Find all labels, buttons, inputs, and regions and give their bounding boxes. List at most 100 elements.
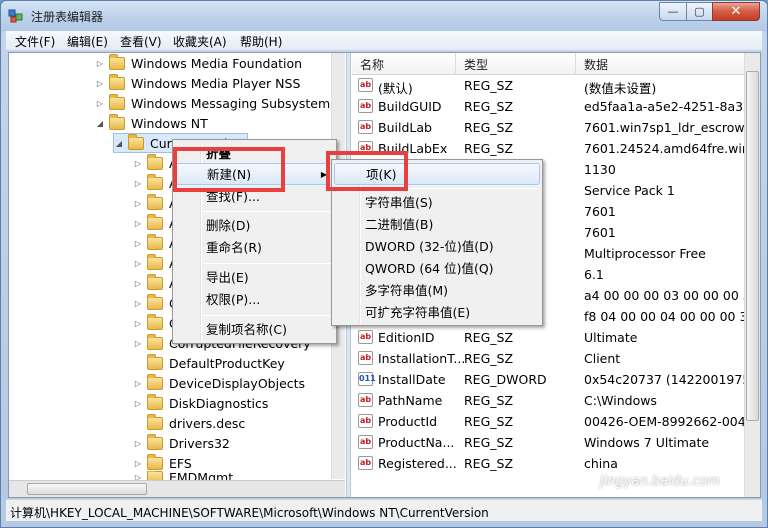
expand-arrow-icon[interactable]: ▷	[133, 459, 143, 468]
menu-item-export[interactable]: 导出(E)	[175, 267, 334, 289]
table-row[interactable]: ab BuildGUID REG_SZ ed5faa1a-a5e2-4251-8a31…	[352, 96, 760, 117]
folder-icon	[147, 333, 163, 350]
tree-item[interactable]: ▷ EFS	[133, 453, 192, 473]
submenu-item-string-value[interactable]: 字符串值(S)	[334, 192, 540, 214]
expand-arrow-icon[interactable]: ▷	[133, 219, 143, 228]
folder-icon	[147, 353, 163, 370]
submenu-item-dword-value[interactable]: DWORD (32-位)值(D)	[334, 236, 540, 258]
tree-horizontal-scrollbar[interactable]	[9, 480, 345, 497]
cell-data: 0x54c20737 (1422001975)	[584, 372, 756, 387]
folder-icon	[147, 433, 163, 450]
expand-arrow-icon[interactable]: ▷	[133, 179, 143, 188]
table-row[interactable]: ab BuildLabEx REG_SZ 7601.24524.amd64fre.wi…	[352, 138, 760, 159]
table-row[interactable]: 011 InstallDate REG_DWORD 0x54c20737 (14220…	[352, 369, 756, 390]
cell-data: Multiprocessor Free	[584, 246, 706, 261]
expand-arrow-icon[interactable]: ▷	[133, 199, 143, 208]
column-header-data[interactable]: 数据	[584, 56, 608, 73]
expand-arrow-icon[interactable]: ▷	[95, 99, 105, 108]
menu-item-delete[interactable]: 删除(D)	[175, 215, 334, 237]
menu-view[interactable]: 查看(V)	[120, 33, 162, 50]
table-row[interactable]: ab BuildLab REG_SZ 7601.win7sp1_ldr_escrow.…	[352, 117, 760, 138]
expand-arrow-icon[interactable]: ▷	[133, 239, 143, 248]
table-row[interactable]: ab InstallationT... REG_SZ Client	[352, 348, 752, 369]
table-row[interactable]: ab ProductNa... REG_SZ Windows 7 Ultimate	[352, 432, 752, 453]
cell-data: C:\Windows	[584, 393, 657, 408]
status-bar: 计算机\HKEY_LOCAL_MACHINE\SOFTWARE\Microsof…	[6, 499, 762, 521]
scrollbar-thumb[interactable]	[746, 71, 759, 421]
table-row[interactable]: ab Registered... REG_SZ china	[352, 453, 752, 474]
menu-item-permissions[interactable]: 权限(P)...	[175, 289, 334, 311]
expand-arrow-icon[interactable]: ▷	[133, 379, 143, 388]
cell-type: REG_SZ	[464, 99, 514, 114]
menu-help[interactable]: 帮助(H)	[240, 33, 282, 50]
tree-item[interactable]: ▷ DeviceDisplayObjects	[133, 373, 305, 393]
tree-item[interactable]: ▷ Windows Messaging Subsystem	[95, 93, 330, 113]
submenu-item-multi-string-value[interactable]: 多字符串值(M)	[334, 280, 540, 302]
list-vertical-scrollbar[interactable]	[744, 53, 760, 497]
menu-item-rename[interactable]: 重命名(R)	[175, 237, 334, 259]
tree-item[interactable]: ▷A	[133, 253, 178, 273]
tree-item[interactable]: ◢ Windows NT	[95, 113, 208, 133]
tree-item[interactable]: ▷A	[133, 173, 178, 193]
tree-item[interactable]: ▷A	[133, 233, 178, 253]
expand-arrow-icon[interactable]: ▷	[95, 59, 105, 68]
close-button[interactable]: ✕	[712, 2, 760, 21]
expand-arrow-icon[interactable]: ▷	[133, 339, 143, 348]
folder-icon	[147, 213, 163, 230]
tree-item[interactable]: DefaultProductKey	[133, 353, 285, 373]
tree-item[interactable]: drivers.desc	[133, 413, 245, 433]
folder-icon	[109, 53, 125, 70]
binary-value-icon: 011	[358, 372, 376, 386]
cell-name: PathName	[378, 393, 443, 408]
title-bar[interactable]: 注册表编辑器 — ▢ ✕	[1, 1, 767, 31]
cell-data: 00426-OEM-8992662-00400	[584, 414, 760, 429]
highlight-box-new	[173, 147, 285, 192]
tree-item[interactable]: ▷ Windows Media Foundation	[95, 53, 302, 73]
table-row[interactable]: ab ProductId REG_SZ 00426-OEM-8992662-00400	[352, 411, 760, 432]
expand-arrow-icon[interactable]: ▷	[95, 79, 105, 88]
folder-icon	[109, 73, 125, 90]
submenu-item-binary-value[interactable]: 二进制值(B)	[334, 214, 540, 236]
menu-favorites[interactable]: 收藏夹(A)	[173, 33, 227, 50]
table-row[interactable]: ab (默认) REG_SZ (数值未设置)	[352, 75, 752, 96]
tree-item[interactable]: ▷A	[133, 193, 178, 213]
list-header: 名称 类型 数据	[352, 53, 752, 75]
table-row[interactable]: ab EditionID REG_SZ Ultimate	[352, 327, 752, 348]
tree-item[interactable]: ▷ Drivers32	[133, 433, 230, 453]
cell-type: REG_SZ	[464, 393, 514, 408]
submenu-item-qword-value[interactable]: QWORD (64 位)值(Q)	[334, 258, 540, 280]
tree-item[interactable]: ▷ DiskDiagnostics	[133, 393, 268, 413]
cell-name: InstallationT...	[378, 351, 466, 366]
column-header-type[interactable]: 类型	[464, 56, 488, 73]
status-path: 计算机\HKEY_LOCAL_MACHINE\SOFTWARE\Microsof…	[10, 506, 489, 520]
submenu-item-expandable-string-value[interactable]: 可扩充字符串值(E)	[334, 302, 540, 324]
cell-name: EditionID	[378, 330, 435, 345]
expand-arrow-icon[interactable]: ▷	[133, 399, 143, 408]
expand-arrow-icon[interactable]: ▷	[133, 439, 143, 448]
expand-arrow-icon[interactable]: ▷	[133, 159, 143, 168]
cell-data: Client	[584, 351, 621, 366]
tree-item[interactable]: ▷A	[133, 153, 178, 173]
tree-item[interactable]: ▷ Windows Media Player NSS	[95, 73, 300, 93]
menu-item-copy-key-name[interactable]: 复制项名称(C)	[175, 319, 334, 341]
cell-name: ProductId	[378, 414, 438, 429]
menu-file[interactable]: 文件(F)	[15, 33, 55, 50]
maximize-button[interactable]: ▢	[686, 2, 713, 21]
collapse-arrow-icon[interactable]: ◢	[114, 139, 124, 148]
expand-arrow-icon[interactable]: ▷	[133, 299, 143, 308]
tree-item[interactable]: ▷A	[133, 273, 178, 293]
table-row[interactable]: ab PathName REG_SZ C:\Windows	[352, 390, 752, 411]
cell-data: f8 04 00 00 04 00 00 00 30 0	[584, 309, 760, 324]
minimize-button[interactable]: —	[659, 2, 687, 21]
cell-type: REG_SZ	[464, 330, 514, 345]
scrollbar-thumb[interactable]	[27, 483, 147, 495]
column-header-name[interactable]: 名称	[360, 56, 384, 73]
expand-arrow-icon[interactable]: ▷	[133, 319, 143, 328]
menu-edit[interactable]: 编辑(E)	[67, 33, 108, 50]
expand-arrow-icon[interactable]: ▷	[133, 279, 143, 288]
collapse-arrow-icon[interactable]: ◢	[95, 119, 105, 128]
tree-item[interactable]: ▷A	[133, 213, 178, 233]
cell-data: china	[584, 456, 618, 471]
cell-name: Registered...	[378, 456, 457, 471]
expand-arrow-icon[interactable]: ▷	[133, 259, 143, 268]
